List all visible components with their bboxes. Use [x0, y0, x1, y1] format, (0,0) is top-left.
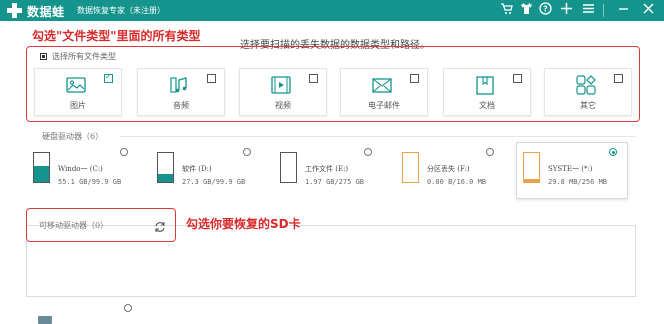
document-checkbox[interactable]	[513, 74, 522, 83]
drive-name: SYSTE一 (*:)	[548, 165, 593, 173]
select-all-label: 选择所有文件类型	[52, 52, 116, 61]
drive-icon	[33, 152, 50, 183]
close-icon[interactable]	[640, 2, 657, 19]
refresh-icon[interactable]	[154, 221, 166, 233]
hard-drives-divider	[120, 136, 636, 137]
type-label: 电子邮件	[368, 101, 400, 110]
type-label: 图片	[70, 101, 86, 110]
app-logo-icon	[6, 2, 23, 19]
email-checkbox[interactable]	[410, 74, 419, 83]
cart-icon[interactable]	[498, 2, 515, 19]
drive-radio[interactable]	[243, 148, 251, 156]
type-card-email[interactable]: 电子邮件	[340, 68, 428, 116]
video-icon	[270, 74, 292, 96]
type-card-video[interactable]: 视频	[239, 68, 327, 116]
type-card-document[interactable]: 文档	[443, 68, 531, 116]
drive-name: Windo一 (C:)	[58, 165, 103, 173]
help-icon[interactable]: ?	[537, 2, 554, 19]
app-name: 数据蛙	[27, 5, 65, 19]
trash-icon[interactable]	[38, 316, 52, 324]
drive-c[interactable]: Windo一 (C:) 55.1 GB/99.9 GB	[33, 148, 153, 192]
drive-size: 0.00 B/16.0 MB	[427, 178, 487, 186]
drive-name: 软件 (D:)	[182, 165, 212, 173]
plus-icon[interactable]	[558, 2, 575, 19]
video-checkbox[interactable]	[309, 74, 318, 83]
svg-text:?: ?	[543, 5, 548, 14]
drive-radio[interactable]	[486, 148, 494, 156]
menu-icon[interactable]	[580, 2, 597, 19]
drive-radio[interactable]	[364, 148, 372, 156]
select-all-checkbox[interactable]	[40, 53, 47, 60]
audio-checkbox[interactable]	[207, 74, 216, 83]
drive-e[interactable]: 工作文件 (E:) 1.97 GB/275 GB	[280, 148, 400, 192]
image-checkbox[interactable]	[104, 72, 113, 83]
drive-name: 分区丢失 (F:)	[427, 165, 470, 173]
titlebar-separator	[603, 4, 604, 17]
drive-icon	[523, 152, 540, 183]
drive-system[interactable]: SYSTE一 (*:) 29.8 MB/256 MB	[523, 148, 643, 192]
drive-icon	[402, 152, 419, 183]
drive-size: 55.1 GB/99.9 GB	[58, 178, 122, 186]
drive-radio[interactable]	[609, 148, 617, 156]
removable-drives-title: 可移动驱动器（0）	[39, 221, 109, 230]
drive-size: 1.97 GB/275 GB	[305, 178, 365, 186]
drive-d[interactable]: 软件 (D:) 27.3 GB/99.9 GB	[157, 148, 277, 192]
drive-icon	[280, 152, 297, 183]
type-label: 其它	[580, 101, 596, 110]
other-checkbox[interactable]	[614, 74, 623, 83]
type-card-image[interactable]: 图片	[34, 68, 122, 116]
type-card-audio[interactable]: 音频	[137, 68, 225, 116]
email-icon	[371, 74, 393, 96]
annotation-file-types: 勾选"文件类型"里面的所有类型	[32, 29, 201, 43]
type-label: 音频	[173, 101, 189, 110]
other-icon	[575, 74, 597, 96]
drive-f[interactable]: 分区丢失 (F:) 0.00 B/16.0 MB	[402, 148, 522, 192]
drive-radio[interactable]	[120, 148, 128, 156]
drive-size: 29.8 MB/256 MB	[548, 178, 608, 186]
music-icon	[168, 74, 190, 96]
app-subtitle: 数据恢复专家（未注册）	[77, 6, 165, 15]
shirt-icon[interactable]	[518, 2, 535, 19]
type-label: 视频	[275, 101, 291, 110]
drive-size: 27.3 GB/99.9 GB	[182, 178, 246, 186]
document-icon	[474, 74, 496, 96]
title-bar: 数据蛙 数据恢复专家（未注册） ?	[0, 0, 664, 21]
minimize-icon[interactable]	[615, 2, 632, 19]
extra-radio[interactable]	[124, 304, 132, 312]
type-card-other[interactable]: 其它	[544, 68, 632, 116]
hard-drives-title: 硬盘驱动器（6）	[42, 132, 104, 141]
drive-icon	[157, 152, 174, 183]
image-icon	[65, 74, 87, 96]
annotation-sd-card: 勾选你要恢复的SD卡	[186, 217, 301, 231]
select-all-types[interactable]: 选择所有文件类型	[40, 51, 116, 62]
drive-name: 工作文件 (E:)	[305, 165, 349, 173]
type-label: 文档	[479, 101, 495, 110]
